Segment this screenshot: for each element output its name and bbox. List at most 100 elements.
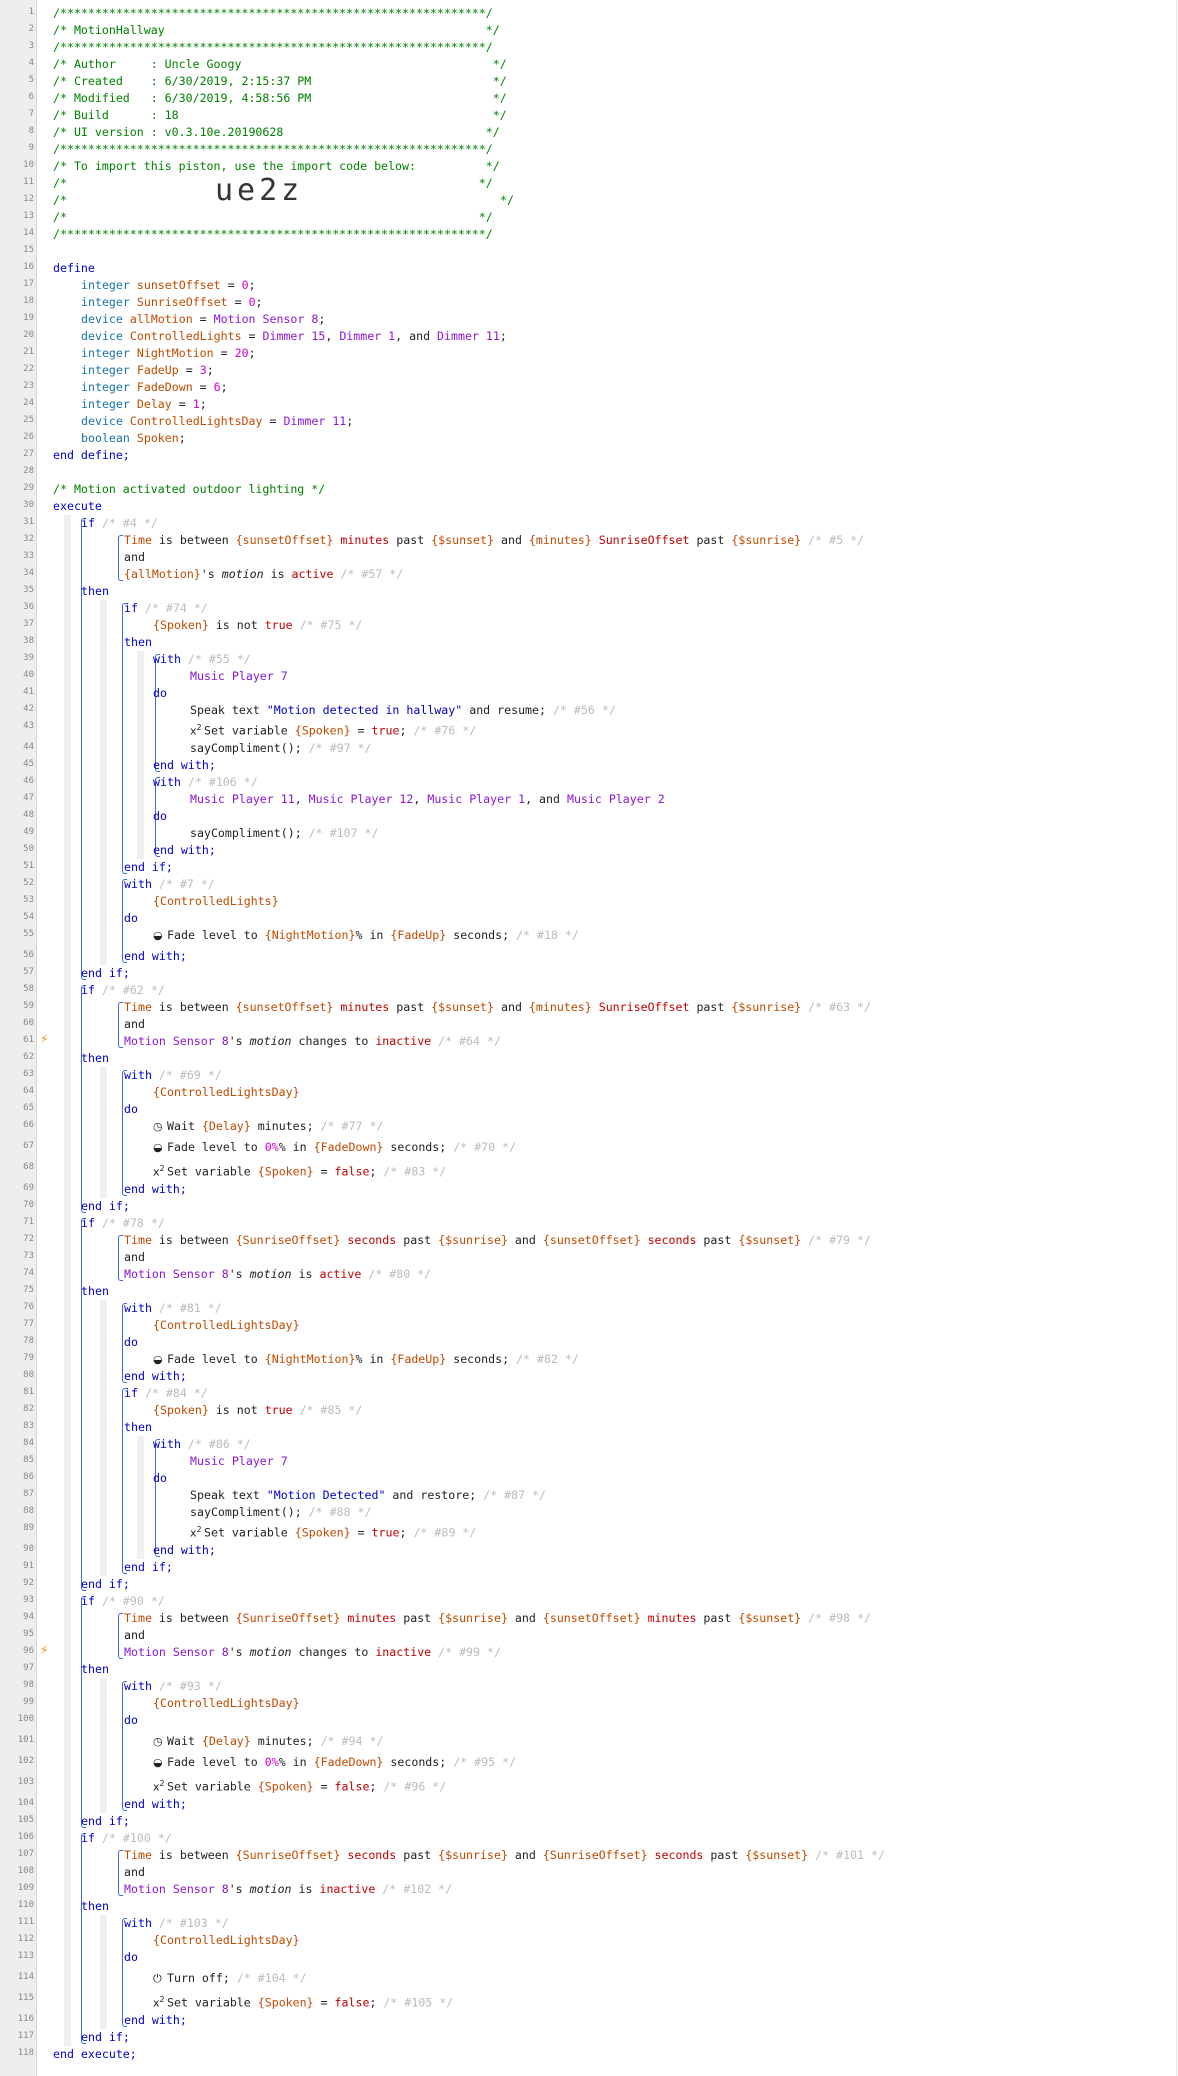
code-line: integer FadeDown = 6;	[81, 379, 228, 396]
code-token: 0	[241, 278, 249, 292]
code-token: ;	[206, 363, 214, 377]
code-line: with /* #86 */	[153, 1436, 251, 1453]
line-number-gutter: 1 2 3 4 5 6 7 8 9 10 11 12 13 14 15 16 17 18 19 20 21 22 23 24 2…	[0, 0, 37, 2076]
code-token: seconds;	[383, 1140, 447, 1154]
code-line: ◒ Fade level to {NightMotion}% in {FadeU…	[153, 1351, 579, 1368]
line-number: 89	[23, 1523, 34, 1533]
line-number: 78	[23, 1336, 34, 1346]
code-token: minutes	[347, 1611, 397, 1625]
code-line: x2 Set variable {Spoken} = true; /* #89 …	[190, 1521, 476, 1540]
code-token: is not	[208, 1403, 265, 1417]
line-number: 24	[23, 398, 34, 408]
code-token: do	[153, 686, 167, 700]
code-token: Dimmer 1	[339, 329, 396, 343]
line-number: 107	[17, 1849, 34, 1859]
line-number: 41	[23, 687, 34, 697]
code-token: Music Player 2	[566, 792, 665, 806]
code-line: do	[124, 1712, 138, 1729]
code-token: % in	[278, 1755, 314, 1769]
code-token: with	[124, 1301, 152, 1315]
line-number: 115	[17, 1993, 34, 2003]
code-token: FadeDown	[136, 380, 193, 394]
code-line: Time is between {sunsetOffset} minutes p…	[124, 999, 871, 1016]
code-line: ◷ Wait {Delay} minutes; /* #94 */	[153, 1733, 383, 1750]
line-number: 30	[23, 500, 34, 510]
line-number: 42	[23, 704, 34, 714]
code-line: {ControlledLights}	[153, 893, 279, 910]
code-line: {Spoken} is not true /* #75 */	[153, 617, 362, 634]
code-token: Fade level to	[167, 1352, 265, 1366]
code-token: if	[81, 983, 95, 997]
indent-guide	[137, 651, 144, 859]
code-token: Wait	[167, 1119, 202, 1133]
line-number: 118	[17, 2048, 34, 2058]
line-number: 102	[17, 1756, 34, 1766]
line-number: 18	[23, 296, 34, 306]
line-number: 40	[23, 670, 34, 680]
code-token: then	[81, 584, 109, 598]
code-token: and	[507, 1233, 543, 1247]
line-number: 105	[17, 1815, 34, 1825]
code-token: ;	[220, 380, 228, 394]
code-token: 20	[234, 346, 249, 360]
code-line: and	[124, 1016, 145, 1033]
variable-ref: {SunriseOffset}	[542, 1848, 648, 1862]
code-token: end if;	[124, 1560, 173, 1574]
code-token: do	[153, 1471, 167, 1485]
code-line: /***************************************…	[53, 39, 493, 56]
right-border	[1176, 0, 1177, 2076]
code-token: Motion Sensor 8	[124, 1645, 229, 1659]
code-line: device ControlledLights = Dimmer 15, Dim…	[81, 328, 507, 345]
block-bracket	[81, 985, 86, 1213]
code-token: true	[371, 723, 400, 738]
code-line: then	[124, 1419, 152, 1436]
code-token: end with;	[153, 843, 216, 857]
line-number: 65	[23, 1103, 34, 1113]
code-line: device allMotion = Motion Sensor 8;	[81, 311, 325, 328]
variable-ref: {minutes}	[528, 533, 592, 547]
code-line: end define;	[53, 447, 130, 464]
code-line: then	[124, 634, 152, 651]
code-token: and	[494, 533, 529, 547]
block-bracket	[122, 1918, 127, 2027]
code-line: end with;	[124, 2012, 187, 2029]
code-token: is between	[151, 1233, 236, 1247]
line-number: 70	[23, 1200, 34, 1210]
code-token: 's	[200, 567, 222, 581]
code-token: Set variable	[204, 1525, 295, 1540]
code-token: sayCompliment();	[190, 1505, 302, 1519]
statement-id-comment: /* #77 */	[320, 1119, 384, 1133]
code-token: /***************************************…	[53, 6, 493, 20]
indent-guide	[100, 1678, 107, 1813]
code-token: integer	[81, 380, 130, 394]
code-token: then	[81, 1284, 109, 1298]
line-number: 103	[17, 1777, 34, 1787]
code-line: end if;	[81, 965, 130, 982]
statement-id-comment: /* #86 */	[187, 1437, 251, 1451]
code-token: /***************************************…	[53, 40, 493, 54]
line-number: 34	[23, 568, 34, 578]
code-line: Motion Sensor 8's motion is active /* #8…	[124, 1266, 431, 1283]
line-number: 6	[28, 92, 34, 102]
code-token: and	[124, 1865, 145, 1879]
code-token: 0	[248, 295, 256, 309]
line-number: 93	[23, 1595, 34, 1605]
code-token: true	[264, 618, 293, 632]
variable-ref: {NightMotion}	[264, 1352, 356, 1366]
line-number: 100	[17, 1714, 34, 1724]
code-token: device	[81, 329, 123, 343]
code-token: integer	[81, 346, 130, 360]
line-number: 9	[28, 143, 34, 153]
code-token: do	[124, 1335, 138, 1349]
code-token: % in	[278, 1140, 314, 1154]
code-token: Spoken	[136, 431, 179, 445]
statement-id-comment: /* #18 */	[516, 928, 579, 942]
code-token: sayCompliment();	[190, 826, 302, 840]
code-token: Motion Detected	[273, 1488, 379, 1502]
code-line: /*	[53, 192, 67, 209]
code-token: {$sunset}	[431, 533, 494, 547]
x-squared-icon: x2	[153, 1779, 165, 1794]
